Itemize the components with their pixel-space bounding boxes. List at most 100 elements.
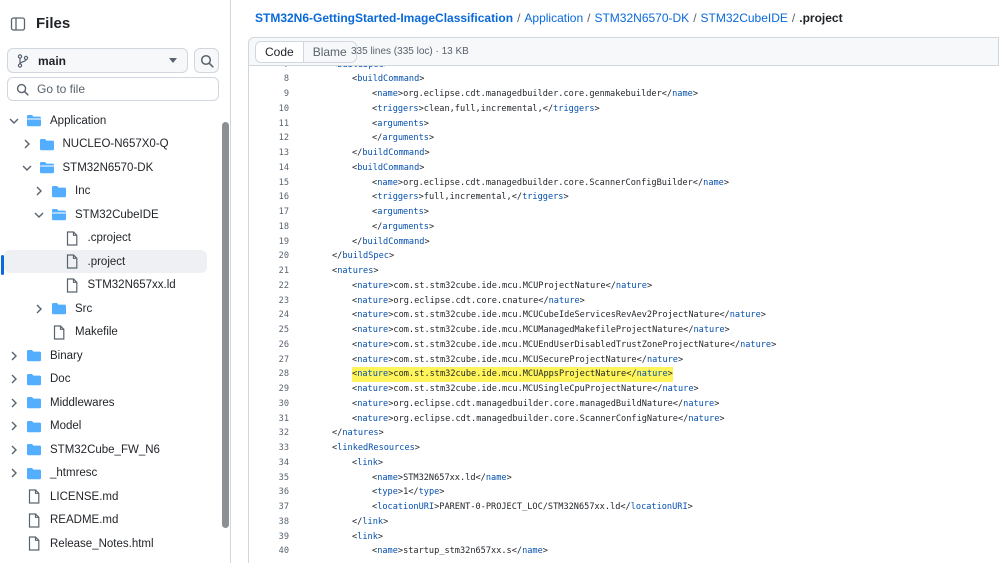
line-number[interactable]: 17 bbox=[249, 205, 289, 220]
tree-item-label: Release_Notes.html bbox=[50, 537, 154, 550]
code-line: 18 </arguments> bbox=[249, 220, 999, 235]
blame-view-button[interactable]: Blame bbox=[302, 42, 356, 62]
line-number[interactable]: 28 bbox=[249, 367, 289, 382]
code-line: 36 <type>1</type> bbox=[249, 485, 999, 500]
line-number[interactable]: 9 bbox=[249, 87, 289, 102]
line-number[interactable]: 40 bbox=[249, 544, 289, 559]
chevron-down-icon[interactable] bbox=[33, 209, 45, 221]
line-number[interactable]: 27 bbox=[249, 353, 289, 368]
line-number[interactable]: 29 bbox=[249, 382, 289, 397]
line-number[interactable]: 10 bbox=[249, 102, 289, 117]
code-line: 8 <buildCommand> bbox=[249, 72, 999, 87]
chevron-right-icon[interactable] bbox=[33, 185, 45, 197]
file-viewer: STM32N6-GettingStarted-ImageClassificati… bbox=[243, 0, 999, 563]
tree-folder-item[interactable]: Middlewares bbox=[4, 391, 207, 414]
search-button[interactable] bbox=[194, 48, 219, 73]
tree-folder-item[interactable]: STM32CubeIDE bbox=[4, 203, 207, 226]
line-number[interactable]: 26 bbox=[249, 338, 289, 353]
line-number[interactable]: 19 bbox=[249, 235, 289, 250]
tree-file-item[interactable]: Release_Notes.html bbox=[4, 532, 207, 555]
chevron-down-icon[interactable] bbox=[21, 162, 33, 174]
chevron-right-icon[interactable] bbox=[8, 467, 20, 479]
breadcrumb-link-board[interactable]: STM32N6570-DK bbox=[594, 11, 689, 25]
caret-down-icon bbox=[169, 58, 177, 63]
tree-item-label: LICENSE.md bbox=[50, 490, 119, 503]
tree-folder-item[interactable]: _htmresc bbox=[4, 462, 207, 485]
code-text: <name>startup_stm32n657xx.s</name> bbox=[372, 546, 548, 557]
chevron-right-icon[interactable] bbox=[8, 397, 20, 409]
sidebar-collapse-icon[interactable] bbox=[7, 13, 29, 35]
code-line: 10 <triggers>clean,full,incremental,</tri… bbox=[249, 102, 999, 117]
line-number[interactable]: 21 bbox=[249, 264, 289, 279]
line-number[interactable]: 37 bbox=[249, 500, 289, 515]
chevron-right-icon[interactable] bbox=[33, 303, 45, 315]
tree-folder-item[interactable]: Binary bbox=[4, 344, 207, 367]
sidebar-scrollbar-thumb[interactable] bbox=[222, 122, 229, 528]
line-number[interactable]: 30 bbox=[249, 397, 289, 412]
line-number[interactable]: 34 bbox=[249, 456, 289, 471]
folder-icon bbox=[39, 137, 55, 151]
tree-file-item[interactable]: .cproject bbox=[4, 227, 207, 250]
line-number[interactable]: 8 bbox=[249, 72, 289, 87]
chevron-right-icon[interactable] bbox=[8, 420, 20, 432]
branch-selector-button[interactable]: main bbox=[7, 48, 188, 73]
line-number[interactable]: 16 bbox=[249, 190, 289, 205]
line-number[interactable]: 31 bbox=[249, 412, 289, 427]
line-number[interactable]: 38 bbox=[249, 515, 289, 530]
tree-folder-item[interactable]: Model bbox=[4, 415, 207, 438]
line-number[interactable]: 20 bbox=[249, 249, 289, 264]
line-number[interactable]: 22 bbox=[249, 279, 289, 294]
tree-folder-item[interactable]: Doc bbox=[4, 368, 207, 391]
breadcrumb-link-application[interactable]: Application bbox=[524, 11, 583, 25]
breadcrumb-link-ide[interactable]: STM32CubeIDE bbox=[701, 11, 788, 25]
line-number[interactable]: 36 bbox=[249, 485, 289, 500]
line-number[interactable]: 18 bbox=[249, 220, 289, 235]
tree-folder-item[interactable]: Inc bbox=[4, 180, 207, 203]
code-line: 34 <link> bbox=[249, 456, 999, 471]
code-view-button[interactable]: Code bbox=[256, 42, 303, 62]
code-line: 28 <nature>com.st.stm32cube.ide.mcu.MCUAp… bbox=[249, 367, 999, 382]
line-number[interactable]: 23 bbox=[249, 294, 289, 309]
tree-file-item[interactable]: Makefile bbox=[4, 321, 207, 344]
code-line: 12 </arguments> bbox=[249, 131, 999, 146]
line-number[interactable]: 13 bbox=[249, 146, 289, 161]
line-number[interactable]: 24 bbox=[249, 308, 289, 323]
code-line: 25 <nature>com.st.stm32cube.ide.mcu.MCUMa… bbox=[249, 323, 999, 338]
line-number[interactable]: 25 bbox=[249, 323, 289, 338]
go-to-file-field[interactable] bbox=[7, 77, 219, 101]
active-file-indicator bbox=[1, 255, 4, 275]
view-mode-toggle: Code Blame bbox=[255, 41, 357, 63]
chevron-right-icon[interactable] bbox=[8, 350, 20, 362]
line-number[interactable]: 32 bbox=[249, 426, 289, 441]
chevron-down-icon[interactable] bbox=[8, 115, 20, 127]
chevron-right-icon[interactable] bbox=[21, 138, 33, 150]
tree-file-item[interactable]: README.md bbox=[4, 509, 207, 532]
tree-file-item[interactable]: LICENSE.md bbox=[4, 485, 207, 508]
line-number[interactable]: 33 bbox=[249, 441, 289, 456]
line-number[interactable]: 7 bbox=[249, 66, 289, 72]
line-number[interactable]: 11 bbox=[249, 117, 289, 132]
code-line: 16 <triggers>full,incremental,</triggers> bbox=[249, 190, 999, 205]
chevron-right-icon[interactable] bbox=[8, 444, 20, 456]
tree-folder-item[interactable]: Application bbox=[4, 109, 207, 132]
sidebar-header: Files bbox=[0, 0, 230, 48]
line-number[interactable]: 39 bbox=[249, 530, 289, 545]
chevron-right-icon[interactable] bbox=[8, 373, 20, 385]
tree-folder-item[interactable]: STM32Cube_FW_N6 bbox=[4, 438, 207, 461]
line-number[interactable]: 12 bbox=[249, 131, 289, 146]
folder-icon bbox=[26, 396, 42, 410]
code-text: <nature>com.st.stm32cube.ide.mcu.MCUProj… bbox=[352, 280, 653, 291]
tree-folder-item[interactable]: STM32N6570-DK bbox=[4, 156, 207, 179]
code-line: 31 <nature>org.eclipse.cdt.managedbuilder… bbox=[249, 412, 999, 427]
tree-folder-item[interactable]: NUCLEO-N657X0-Q bbox=[4, 133, 207, 156]
line-number[interactable]: 15 bbox=[249, 176, 289, 191]
line-number[interactable]: 14 bbox=[249, 161, 289, 176]
code-text: <locationURI>PARENT-0-PROJECT_LOC/STM32N… bbox=[372, 502, 693, 512]
go-to-file-input[interactable] bbox=[37, 82, 207, 96]
breadcrumb-repo-link[interactable]: STM32N6-GettingStarted-ImageClassificati… bbox=[255, 11, 513, 25]
tree-file-item[interactable]: .project bbox=[4, 250, 207, 273]
tree-file-item[interactable]: STM32N657xx.ld bbox=[4, 274, 207, 297]
tree-folder-item[interactable]: Src bbox=[4, 297, 207, 320]
line-number[interactable]: 35 bbox=[249, 471, 289, 486]
